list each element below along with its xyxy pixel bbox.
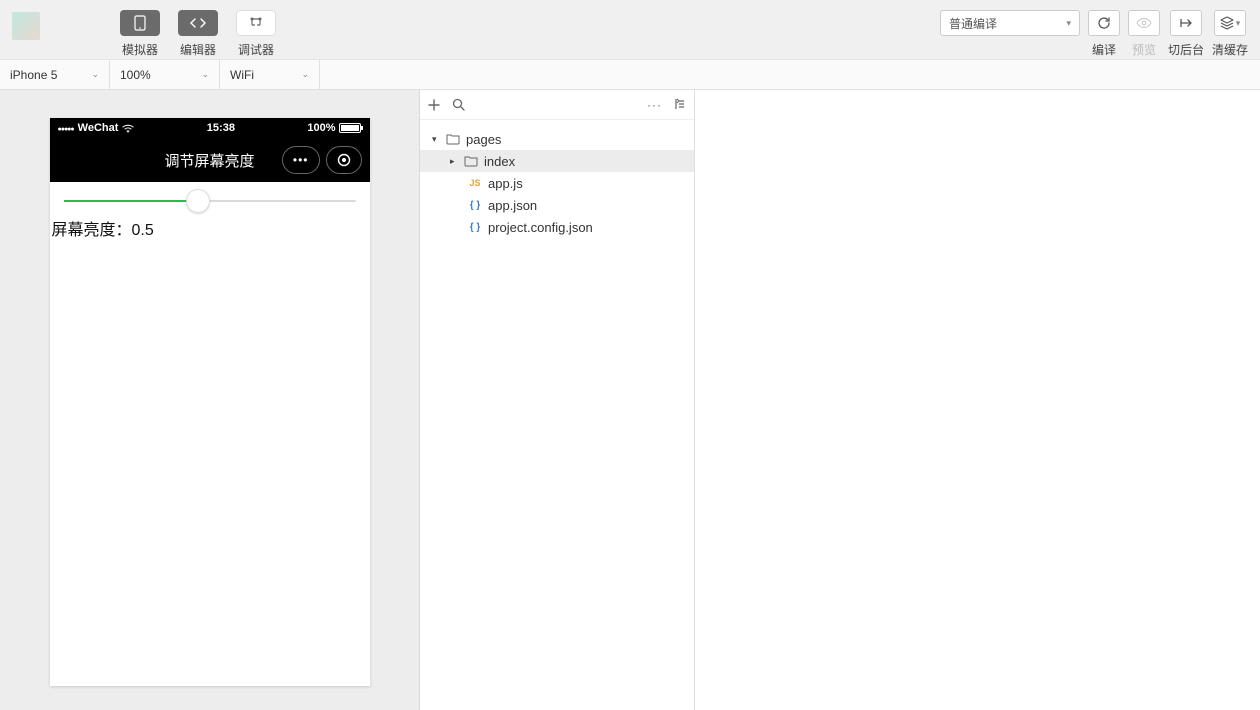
phone-navbar: 调节屏幕亮度	[50, 138, 370, 182]
capsule-close-button[interactable]	[326, 146, 362, 174]
tree-toolbar: ···	[420, 90, 694, 120]
tree-folder-index-label: index	[484, 154, 515, 169]
chevron-down-icon: ▾	[1066, 18, 1071, 29]
tree-folder-index[interactable]: ▸ index	[420, 150, 694, 172]
compile-label: 编译	[1092, 41, 1116, 58]
battery-percent: 100%	[307, 122, 335, 134]
search-icon	[452, 98, 465, 111]
wifi-icon	[122, 124, 134, 133]
slider-fill	[64, 200, 198, 202]
clear-cache-button[interactable]: ▾	[1214, 10, 1246, 36]
background-label: 切后台	[1168, 41, 1204, 58]
brightness-readout: 屏幕亮度：0.5	[50, 210, 370, 246]
main-area: WeChat 15:38 100% 调节屏幕亮度	[0, 90, 1260, 710]
slider-thumb[interactable]	[186, 189, 210, 213]
debug-icon	[236, 10, 276, 36]
refresh-icon	[1097, 16, 1111, 30]
chevron-down-icon: ⌄	[201, 69, 209, 80]
debugger-tool[interactable]: 调试器	[236, 10, 276, 58]
device-select-value: iPhone 5	[10, 68, 57, 82]
mode-tool-group: 模拟器 编辑器 调试器	[120, 10, 276, 58]
folder-icon	[464, 155, 478, 167]
device-icon	[120, 10, 160, 36]
simulator-tool[interactable]: 模拟器	[120, 10, 160, 58]
compile-mode-label: 普通编译	[949, 15, 997, 32]
simulator-pane: WeChat 15:38 100% 调节屏幕亮度	[0, 90, 420, 710]
carrier-label: WeChat	[78, 122, 119, 134]
debugger-tool-label: 调试器	[238, 41, 274, 58]
statusbar-time: 15:38	[207, 122, 235, 134]
zoom-select[interactable]: 100% ⌄	[110, 60, 220, 89]
phone-statusbar: WeChat 15:38 100%	[50, 118, 370, 138]
js-file-icon: JS	[468, 178, 482, 188]
eye-icon	[1136, 17, 1152, 29]
compile-button[interactable]	[1088, 10, 1120, 36]
plus-icon	[428, 99, 440, 111]
simulator-options-bar: iPhone 5 ⌄ 100% ⌄ WiFi ⌄	[0, 60, 1260, 90]
code-icon	[178, 10, 218, 36]
tree-file-app-json[interactable]: { } app.json	[420, 194, 694, 216]
tree-file-label: project.config.json	[488, 220, 593, 235]
file-tree: ▾ pages ▸ index JS app.js { } app.json	[420, 120, 694, 246]
avatar[interactable]	[12, 12, 40, 40]
editor-pane	[695, 90, 1260, 710]
chevron-down-icon: ⌄	[91, 69, 99, 80]
brightness-slider-area	[50, 182, 370, 210]
zoom-select-value: 100%	[120, 68, 151, 82]
clear-cache-label: 清缓存	[1212, 41, 1248, 58]
signal-icon	[58, 122, 74, 134]
device-select[interactable]: iPhone 5 ⌄	[0, 60, 110, 89]
tree-file-label: app.js	[488, 176, 523, 191]
chevron-down-icon: ⌄	[301, 69, 309, 80]
tree-folder-pages-label: pages	[466, 132, 501, 147]
tree-folder-pages[interactable]: ▾ pages	[420, 128, 694, 150]
background-icon	[1179, 17, 1193, 29]
editor-tool-label: 编辑器	[180, 41, 216, 58]
compile-mode-select[interactable]: 普通编译 ▾	[940, 10, 1080, 36]
brightness-label: 屏幕亮度：	[52, 222, 132, 239]
nav-title: 调节屏幕亮度	[164, 150, 254, 171]
collapse-icon	[674, 98, 686, 110]
battery-icon	[339, 123, 361, 133]
chevron-down-icon: ▾	[1236, 18, 1241, 29]
tree-file-app-js[interactable]: JS app.js	[420, 172, 694, 194]
folder-open-icon	[446, 133, 460, 145]
simulator-tool-label: 模拟器	[122, 41, 158, 58]
capsule-menu-button[interactable]	[282, 146, 320, 174]
json-file-icon: { }	[468, 222, 482, 233]
new-file-button[interactable]	[428, 99, 440, 111]
network-select-value: WiFi	[230, 68, 254, 82]
caret-right-icon: ▸	[450, 156, 458, 167]
top-toolbar: 模拟器 编辑器 调试器 普通编译 ▾ 编译	[0, 0, 1260, 60]
preview-button[interactable]	[1128, 10, 1160, 36]
tree-file-label: app.json	[488, 198, 537, 213]
caret-down-icon: ▾	[432, 134, 440, 145]
phone-frame: WeChat 15:38 100% 调节屏幕亮度	[50, 118, 370, 686]
tree-file-project-config[interactable]: { } project.config.json	[420, 216, 694, 238]
json-file-icon: { }	[468, 200, 482, 211]
editor-tool[interactable]: 编辑器	[178, 10, 218, 58]
background-button[interactable]	[1170, 10, 1202, 36]
collapse-tree-button[interactable]	[674, 98, 686, 112]
file-tree-pane: ··· ▾ pages ▸ index	[420, 90, 695, 710]
tree-more-button[interactable]: ···	[647, 98, 662, 112]
brightness-slider[interactable]	[64, 200, 356, 202]
brightness-value: 0.5	[132, 222, 154, 239]
preview-label: 预览	[1132, 41, 1156, 58]
top-right-cluster: 普通编译 ▾ 编译 预览 切后台 ▾ 清缓存	[940, 10, 1248, 58]
search-button[interactable]	[452, 98, 465, 111]
layers-icon	[1220, 16, 1234, 30]
network-select[interactable]: WiFi ⌄	[220, 60, 320, 89]
